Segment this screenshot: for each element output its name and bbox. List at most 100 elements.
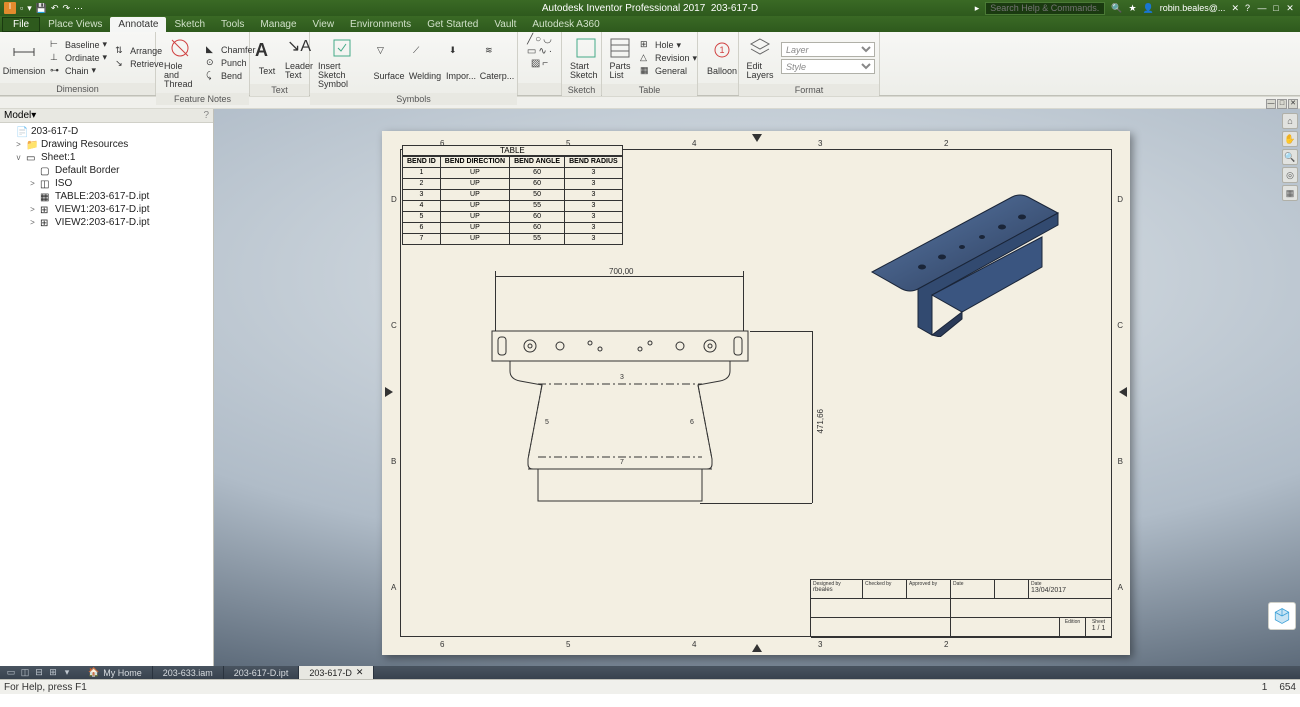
drawing-canvas[interactable]: — □ ✕ 6 5 4 3 2 6 5 4 3 2 D C B A D C B … — [214, 109, 1300, 666]
close-button[interactable]: ✕ — [1284, 3, 1296, 14]
table-row: 6UP603 — [403, 223, 623, 234]
vm-vsplit-icon[interactable]: ◫ — [18, 667, 32, 678]
star-icon[interactable]: ★ — [1128, 3, 1136, 14]
ordinate-icon: ⊥ — [50, 52, 62, 64]
view-icon: ⊞ — [40, 218, 52, 228]
tab-sketch[interactable]: Sketch — [166, 17, 213, 32]
tree-node[interactable]: >◫ISO — [0, 177, 213, 190]
line-icon[interactable]: ╱ — [527, 34, 533, 45]
canvas-window-controls: — □ ✕ — [1266, 99, 1298, 109]
width-dim-value[interactable]: 700,00 — [607, 267, 635, 276]
bend-table[interactable]: TABLE BEND ID BEND DIRECTION BEND ANGLE … — [402, 145, 623, 245]
tree-node[interactable]: ▦TABLE:203-617-D.ipt — [0, 190, 213, 203]
baseline-icon: ⊢ — [50, 39, 62, 51]
doctab-myhome[interactable]: 🏠My Home — [78, 666, 153, 679]
balloon-button[interactable]: 1Balloon — [702, 38, 742, 78]
tree-root[interactable]: 📄203-617-D — [0, 125, 213, 138]
exchange-icon[interactable]: ✕ — [1231, 3, 1239, 14]
canvas-max-icon[interactable]: □ — [1277, 99, 1287, 109]
nav-pan-icon[interactable]: ✋ — [1282, 131, 1298, 147]
nav-lookat-icon[interactable]: ▦ — [1282, 185, 1298, 201]
vm-hsplit-icon[interactable]: ⊟ — [32, 667, 46, 678]
help-icon[interactable]: ? — [1245, 3, 1250, 13]
qat-more-icon[interactable]: ⋯ — [74, 3, 83, 14]
caterp-button[interactable]: ≋Caterp... — [481, 43, 513, 83]
title-block[interactable]: Designed byrbeales Checked by Approved b… — [810, 579, 1112, 637]
start-sketch-button[interactable]: Start Sketch — [566, 34, 606, 82]
fillet-icon[interactable]: ⌐ — [542, 58, 548, 69]
style-select[interactable]: Style — [781, 59, 875, 74]
tab-place-views[interactable]: Place Views — [40, 17, 110, 32]
search-input[interactable] — [985, 2, 1105, 15]
tab-vault[interactable]: Vault — [486, 17, 524, 32]
tree-node[interactable]: >📁Drawing Resources — [0, 138, 213, 151]
nav-orbit-icon[interactable]: ◎ — [1282, 167, 1298, 183]
general-button[interactable]: ▦General — [638, 65, 699, 77]
tab-annotate[interactable]: Annotate — [110, 17, 166, 32]
doctab-active[interactable]: 203-617-D✕ — [299, 666, 374, 679]
signin-icon[interactable]: 👤 — [1143, 3, 1154, 14]
tree-node[interactable]: >⊞VIEW2:203-617-D.ipt — [0, 216, 213, 229]
text-button[interactable]: A Text — [254, 38, 280, 78]
vm-more-icon[interactable]: ▾ — [60, 667, 74, 678]
tab-close-icon[interactable]: ✕ — [356, 667, 364, 678]
point-icon[interactable]: · — [549, 46, 552, 57]
edit-layers-button[interactable]: Edit Layers — [743, 34, 777, 82]
parts-list-button[interactable]: Parts List — [606, 34, 634, 82]
isometric-view[interactable] — [862, 167, 1072, 337]
minimize-button[interactable]: — — [1256, 3, 1268, 14]
ordinate-button[interactable]: ⊥Ordinate ▾ — [48, 52, 109, 64]
tree-node[interactable]: v▭Sheet:1 — [0, 151, 213, 164]
maximize-button[interactable]: □ — [1270, 3, 1282, 14]
tab-tools[interactable]: Tools — [213, 17, 252, 32]
tab-a360[interactable]: Autodesk A360 — [524, 17, 607, 32]
qat-open-icon[interactable]: ▾ — [27, 3, 32, 14]
flat-pattern-view[interactable]: 3 5 6 7 — [490, 329, 750, 505]
canvas-min-icon[interactable]: — — [1266, 99, 1276, 109]
vm-single-icon[interactable]: ▭ — [4, 667, 18, 678]
canvas-close-icon[interactable]: ✕ — [1288, 99, 1298, 109]
baseline-button[interactable]: ⊢Baseline ▾ — [48, 39, 109, 51]
import-button[interactable]: ⬇Impor... — [445, 43, 477, 83]
circle-icon[interactable]: ○ — [535, 34, 541, 45]
height-dim-value[interactable]: 471,66 — [816, 409, 825, 433]
layer-select[interactable]: Layer — [781, 42, 875, 57]
welding-button[interactable]: ⟋Welding — [409, 43, 441, 83]
drawing-sheet[interactable]: 6 5 4 3 2 6 5 4 3 2 D C B A D C B A — [382, 131, 1130, 655]
dimension-button[interactable]: Dimension — [4, 38, 44, 78]
search-icon[interactable]: 🔍 — [1111, 3, 1122, 14]
qat-redo-icon[interactable]: ↷ — [63, 3, 71, 14]
spline-icon[interactable]: ∿ — [538, 46, 546, 57]
revision-button[interactable]: △Revision ▾ — [638, 52, 699, 64]
table-row: 2UP603 — [403, 179, 623, 190]
viewcube-logo[interactable] — [1268, 602, 1296, 630]
tab-file[interactable]: File — [2, 17, 40, 32]
tab-environments[interactable]: Environments — [342, 17, 419, 32]
insert-sketch-symbol-button[interactable]: Insert Sketch Symbol — [314, 34, 369, 91]
tree-node[interactable]: >⊞VIEW1:203-617-D.ipt — [0, 203, 213, 216]
text-icon: A — [255, 40, 279, 64]
hole-thread-button[interactable]: Hole and Thread — [160, 34, 200, 91]
qat-save-icon[interactable]: 💾 — [36, 3, 47, 14]
fill-icon[interactable]: ▨ — [531, 58, 540, 69]
qat-undo-icon[interactable]: ↶ — [51, 3, 59, 14]
hole-table-button[interactable]: ⊞Hole ▾ — [638, 39, 699, 51]
ruler-num: 5 — [566, 640, 570, 649]
doctab-2[interactable]: 203-617-D.ipt — [224, 666, 300, 679]
tab-manage[interactable]: Manage — [252, 17, 304, 32]
arc-icon[interactable]: ◡ — [543, 34, 552, 45]
tree-node[interactable]: ▢Default Border — [0, 164, 213, 177]
arrow-icon[interactable]: ▸ — [975, 3, 980, 14]
chain-button[interactable]: ⊶Chain ▾ — [48, 65, 109, 77]
doctab-1[interactable]: 203-633.iam — [153, 666, 224, 679]
tab-get-started[interactable]: Get Started — [419, 17, 486, 32]
tab-view[interactable]: View — [305, 17, 343, 32]
rect-icon[interactable]: ▭ — [527, 46, 536, 57]
qat-new-icon[interactable]: ▫ — [20, 3, 23, 13]
nav-zoom-icon[interactable]: 🔍 — [1282, 149, 1298, 165]
nav-home-icon[interactable]: ⌂ — [1282, 113, 1298, 129]
model-browser-header[interactable]: Model ▾? — [0, 109, 213, 123]
browser-help-icon[interactable]: ? — [203, 110, 209, 121]
surface-button[interactable]: ▽Surface — [373, 43, 405, 83]
vm-4-icon[interactable]: ⊞ — [46, 667, 60, 678]
